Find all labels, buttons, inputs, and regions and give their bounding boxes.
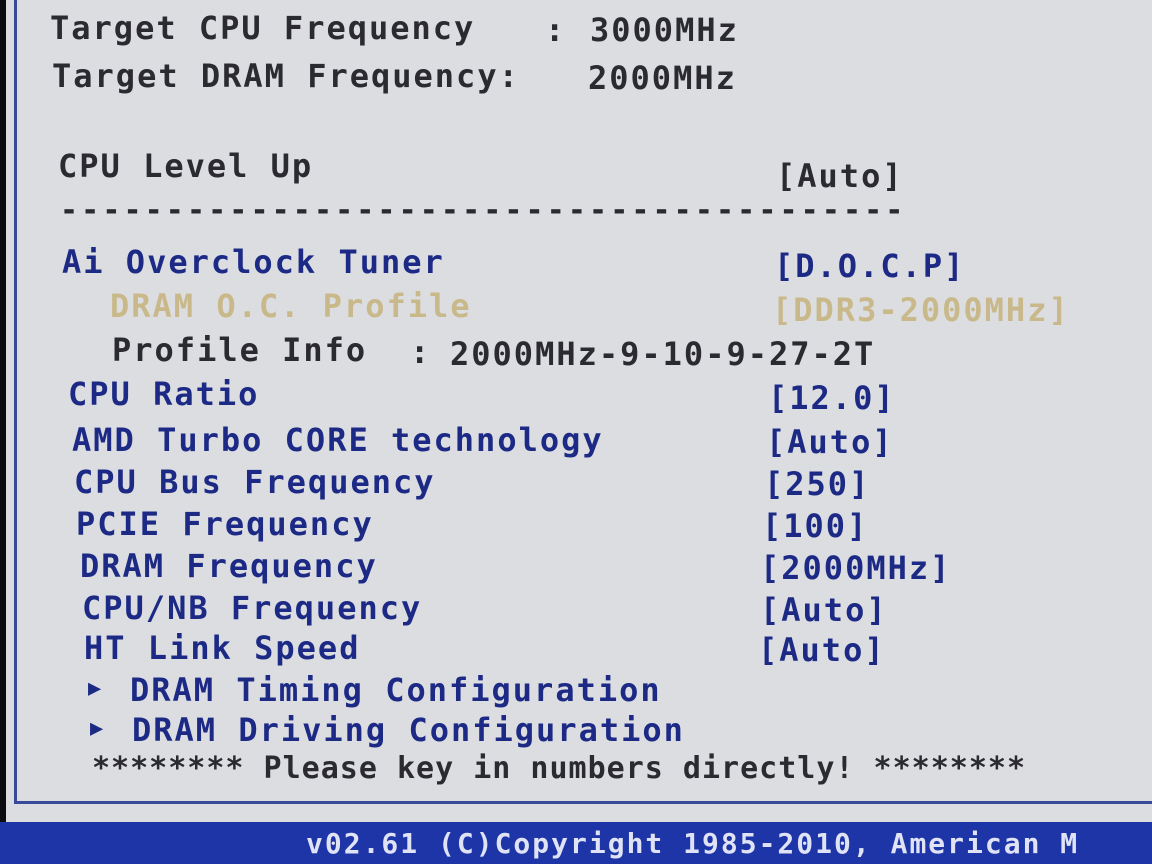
dram-frequency-label[interactable]: DRAM Frequency xyxy=(80,550,378,582)
ht-link-speed-label[interactable]: HT Link Speed xyxy=(84,632,360,664)
ht-link-speed-value[interactable]: [Auto] xyxy=(758,634,886,666)
bios-screen: Target CPU Frequency : 3000MHz Target DR… xyxy=(0,0,1152,864)
cpu-nb-frequency-label[interactable]: CPU/NB Frequency xyxy=(82,592,422,624)
section-divider: ---------------------------------------- xyxy=(60,193,907,228)
ai-overclock-tuner-value[interactable]: [D.O.C.P] xyxy=(774,250,965,282)
cpu-nb-frequency-value[interactable]: [Auto] xyxy=(760,594,888,626)
cpu-level-up-value[interactable]: [Auto] xyxy=(776,160,904,192)
amd-turbo-core-label[interactable]: AMD Turbo CORE technology xyxy=(72,424,604,456)
target-dram-frequency-label: Target DRAM Frequency: xyxy=(52,57,520,95)
target-cpu-frequency-label: Target CPU Frequency xyxy=(50,9,476,47)
input-hint: ******** Please key in numbers directly!… xyxy=(92,751,1027,786)
ai-overclock-tuner-label[interactable]: Ai Overclock Tuner xyxy=(62,246,445,278)
profile-info-separator: : xyxy=(410,333,432,371)
submenu-arrow-icon: ▶ xyxy=(90,716,106,741)
dram-oc-profile-label[interactable]: DRAM O.C. Profile xyxy=(110,290,472,322)
target-cpu-frequency-separator: : xyxy=(545,11,567,49)
dram-frequency-value[interactable]: [2000MHz] xyxy=(760,552,951,584)
target-cpu-frequency-value: 3000MHz xyxy=(590,11,739,49)
target-dram-frequency-value: 2000MHz xyxy=(588,59,737,97)
pcie-frequency-value[interactable]: [100] xyxy=(762,510,868,542)
submenu-arrow-icon: ▶ xyxy=(88,676,104,701)
cpu-bus-frequency-value[interactable]: [250] xyxy=(764,468,870,500)
profile-info-value: 2000MHz-9-10-9-27-2T xyxy=(450,335,876,373)
cpu-ratio-value[interactable]: [12.0] xyxy=(768,382,896,414)
dram-driving-configuration-link[interactable]: DRAM Driving Configuration xyxy=(132,714,685,746)
pcie-frequency-label[interactable]: PCIE Frequency xyxy=(76,508,374,540)
profile-info-label: Profile Info xyxy=(112,331,368,369)
cpu-ratio-label[interactable]: CPU Ratio xyxy=(68,378,259,410)
dram-timing-configuration-link[interactable]: DRAM Timing Configuration xyxy=(130,674,662,706)
copyright-text: v02.61 (C)Copyright 1985-2010, American … xyxy=(306,827,1080,860)
cpu-bus-frequency-label[interactable]: CPU Bus Frequency xyxy=(74,466,436,498)
dram-oc-profile-value[interactable]: [DDR3-2000MHz] xyxy=(772,294,1070,326)
footer-bar: v02.61 (C)Copyright 1985-2010, American … xyxy=(0,822,1152,864)
cpu-level-up-label[interactable]: CPU Level Up xyxy=(58,150,313,182)
amd-turbo-core-value[interactable]: [Auto] xyxy=(766,426,894,458)
